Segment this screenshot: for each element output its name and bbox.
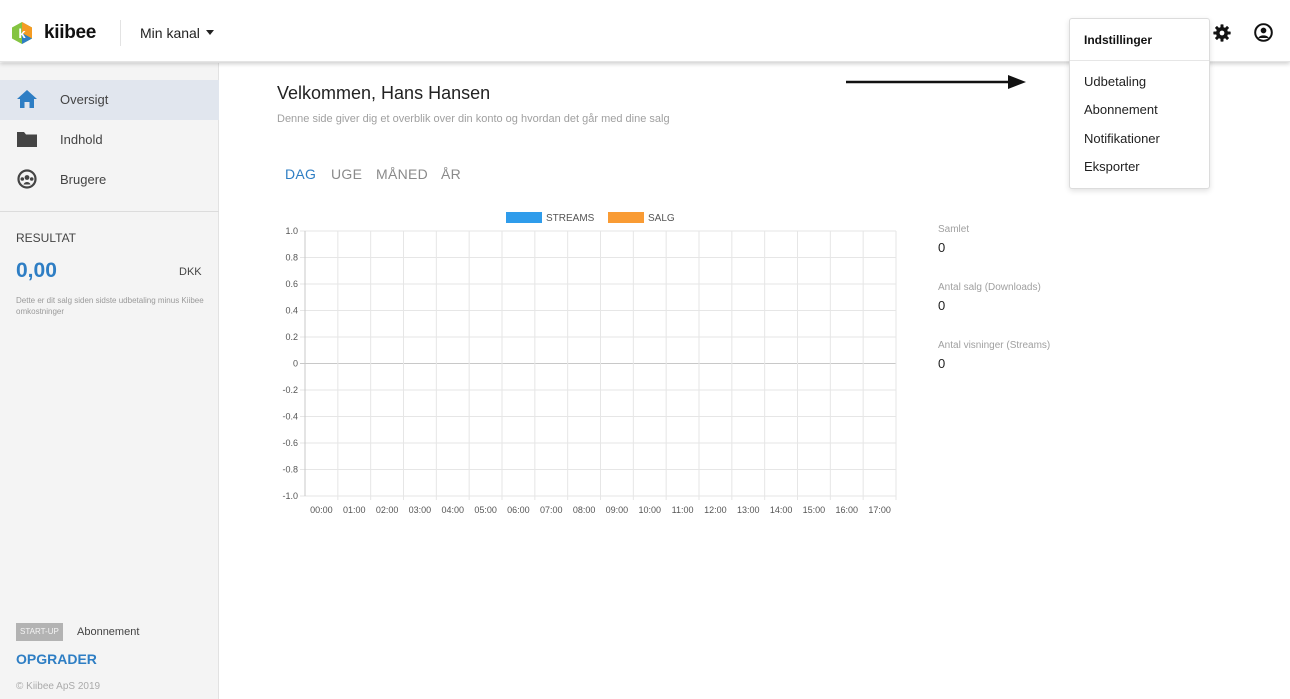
sidebar-item-label: Brugere: [60, 172, 107, 187]
result-currency: DKK: [179, 266, 202, 278]
stat-value-samlet: 0: [938, 240, 946, 255]
copyright: © Kiibee ApS 2019: [16, 681, 101, 692]
menu-item-udbetaling[interactable]: Udbetaling: [1084, 74, 1146, 89]
y-tick-label: -0.4: [282, 412, 298, 422]
stat-value-streams: 0: [938, 356, 946, 371]
logo-letter: k: [18, 26, 26, 41]
x-tick-label: 17:00: [868, 505, 891, 515]
menu-item-abonnement[interactable]: Abonnement: [1084, 102, 1158, 117]
sidebar: Oversigt Indhold Brugere RESULTAT 0,00 D…: [0, 63, 219, 699]
sidebar-item-label: Oversigt: [60, 92, 109, 107]
legend-label: STREAMS: [546, 213, 595, 224]
stat-label-downloads: Antal salg (Downloads): [938, 282, 1041, 293]
x-tick-label: 06:00: [507, 505, 530, 515]
header-divider: [120, 20, 121, 46]
page-subtitle: Denne side giver dig et overblik over di…: [277, 113, 670, 125]
y-tick-label: 1.0: [285, 226, 298, 236]
y-tick-label: 0.8: [285, 253, 298, 263]
activity-chart: 1.0 0.8 0.6 0.4 0.2 0 -0.2 -0.4 -0.6 -0.8 -1.0 00:0…: [282, 212, 897, 515]
tab-maaned[interactable]: MÅNED: [376, 166, 428, 182]
y-tick-label: 0.2: [285, 332, 298, 342]
y-tick-label: 0.6: [285, 279, 298, 289]
result-note: Dette er dit salg siden sidste udbetalin…: [16, 296, 204, 316]
x-tick-label: 15:00: [803, 505, 826, 515]
caret-down-icon: [205, 29, 214, 35]
y-tick-label: -1.0: [282, 491, 298, 501]
menu-item-notifikationer[interactable]: Notifikationer: [1084, 131, 1160, 146]
y-tick-label: -0.8: [282, 465, 298, 475]
tab-aar[interactable]: ÅR: [441, 166, 461, 182]
x-tick-label: 16:00: [835, 505, 858, 515]
sidebar-item-brugere[interactable]: Brugere: [0, 160, 219, 200]
x-tick-label: 02:00: [376, 505, 399, 515]
upgrade-link[interactable]: OPGRADER: [16, 651, 97, 667]
sidebar-divider: [0, 211, 219, 212]
plan-badge: START-UP: [16, 623, 63, 641]
settings-dropdown-title: Indstillinger: [1070, 19, 1209, 61]
legend-swatch: [608, 212, 644, 223]
page-title: Velkommen, Hans Hansen: [277, 83, 491, 103]
plan-label: Abonnement: [77, 626, 140, 638]
tab-dag[interactable]: DAG: [285, 166, 316, 182]
x-tick-label: 07:00: [540, 505, 563, 515]
logo-text[interactable]: kiibee: [44, 22, 96, 44]
kiibee-logo-icon[interactable]: k: [10, 21, 34, 45]
x-tick-label: 10:00: [638, 505, 661, 515]
result-title: RESULTAT: [16, 231, 77, 245]
users-icon: [17, 169, 37, 189]
stat-value-downloads: 0: [938, 298, 946, 313]
folder-icon: [17, 132, 37, 147]
stat-label-streams: Antal visninger (Streams): [938, 340, 1051, 351]
x-tick-label: 11:00: [672, 505, 694, 515]
x-tick-label: 14:00: [770, 505, 793, 515]
result-value: 0,00: [16, 259, 57, 282]
gear-icon[interactable]: [1213, 24, 1231, 42]
x-tick-label: 12:00: [704, 505, 727, 515]
sidebar-item-label: Indhold: [60, 132, 103, 147]
tab-uge[interactable]: UGE: [331, 166, 362, 182]
x-tick-label: 04:00: [441, 505, 464, 515]
stat-label-samlet: Samlet: [938, 224, 970, 235]
x-tick-label: 00:00: [310, 505, 333, 515]
channel-selector[interactable]: Min kanal: [140, 25, 214, 41]
legend-label: SALG: [648, 213, 675, 224]
settings-dropdown: Indstillinger Udbetaling Abonnement Noti…: [1069, 18, 1210, 189]
y-tick-label: 0: [293, 359, 298, 369]
y-tick-label: -0.2: [282, 385, 298, 395]
annotation-arrow: [846, 75, 1026, 89]
y-tick-label: 0.4: [285, 306, 298, 316]
menu-item-eksporter[interactable]: Eksporter: [1084, 159, 1140, 174]
x-tick-label: 09:00: [606, 505, 629, 515]
home-icon: [17, 90, 37, 108]
x-tick-label: 08:00: [573, 505, 596, 515]
y-tick-label: -0.6: [282, 438, 298, 448]
user-circle-icon[interactable]: [1254, 23, 1273, 42]
sidebar-item-oversigt[interactable]: Oversigt: [0, 80, 219, 120]
x-tick-label: 05:00: [474, 505, 497, 515]
channel-label: Min kanal: [140, 25, 200, 41]
legend-swatch: [506, 212, 542, 223]
sidebar-item-indhold[interactable]: Indhold: [0, 120, 219, 160]
x-tick-label: 03:00: [409, 505, 432, 515]
x-tick-label: 01:00: [343, 505, 366, 515]
x-tick-label: 13:00: [737, 505, 760, 515]
